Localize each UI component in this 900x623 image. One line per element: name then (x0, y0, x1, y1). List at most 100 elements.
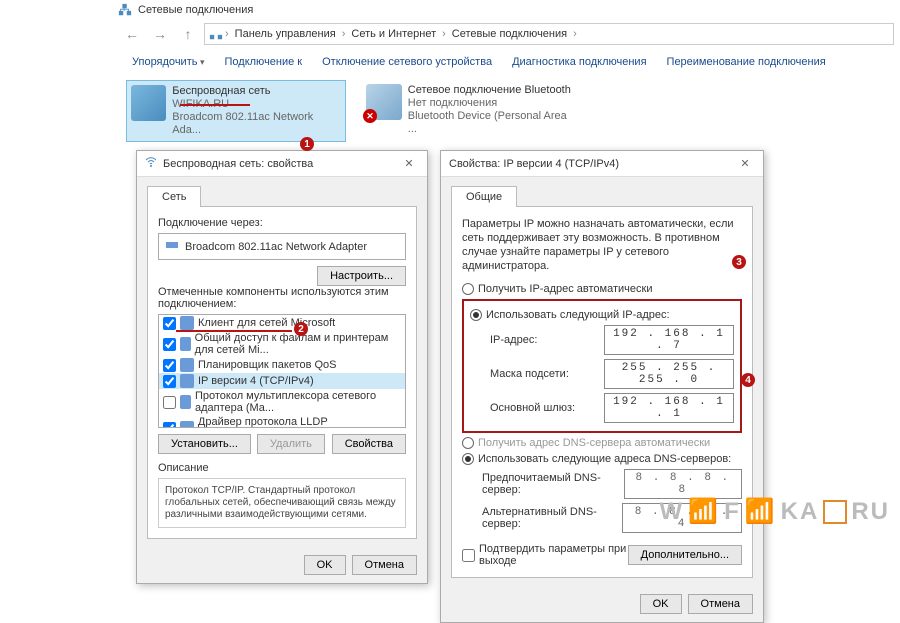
radio-manual-dns[interactable]: Использовать следующие адреса DNS-сервер… (462, 453, 742, 465)
close-button[interactable]: ✕ (735, 154, 755, 174)
component-label: IP версии 4 (TCP/IPv4) (198, 375, 314, 387)
chevron-right-icon: › (573, 28, 577, 40)
back-button[interactable]: ← (120, 22, 144, 46)
component-icon (180, 395, 191, 409)
breadcrumb-item[interactable]: Панель управления (231, 28, 340, 40)
dns1-input[interactable]: 8 . 8 . 8 . 8 (624, 469, 742, 499)
list-item[interactable]: Драйвер протокола LLDP (Майкрософт) (159, 415, 405, 428)
watermark-text: W (660, 498, 685, 526)
list-item[interactable]: Клиент для сетей Microsoft (159, 315, 405, 331)
component-icon (180, 337, 191, 351)
diagnose-button[interactable]: Диагностика подключения (506, 54, 652, 70)
dns1-label: Предпочитаемый DNS-сервер: (482, 472, 624, 496)
radio-icon (462, 453, 474, 465)
dialog-titlebar[interactable]: Беспроводная сеть: свойства ✕ (137, 151, 427, 177)
adapter-field: Broadcom 802.11ac Network Adapter (158, 233, 406, 260)
radio-icon (462, 437, 474, 449)
connection-text: Беспроводная сеть WIFIKA.RU Broadcom 802… (172, 85, 341, 137)
manual-ip-group: Использовать следующий IP-адрес: IP-адре… (462, 299, 742, 433)
chevron-right-icon: › (342, 28, 346, 40)
cancel-button[interactable]: Отмена (688, 594, 753, 614)
install-button[interactable]: Установить... (158, 434, 251, 454)
ok-button[interactable]: OK (304, 555, 346, 575)
connection-status: Нет подключения (408, 97, 578, 110)
component-label: Драйвер протокола LLDP (Майкрософт) (198, 416, 401, 428)
disable-device-button[interactable]: Отключение сетевого устройства (316, 54, 498, 70)
checkbox[interactable] (163, 422, 176, 429)
disconnected-icon: ✕ (363, 109, 377, 123)
addressbar: ← → ↑ › Панель управления › Сеть и Интер… (114, 20, 900, 48)
component-icon (180, 421, 194, 428)
radio-label: Получить адрес DNS-сервера автоматически (478, 437, 710, 449)
ip-address-label: IP-адрес: (490, 334, 537, 346)
configure-button[interactable]: Настроить... (317, 266, 406, 286)
checkbox-label: Подтвердить параметры при выходе (479, 543, 628, 567)
component-label: Планировщик пакетов QoS (198, 359, 337, 371)
wifi-icon: 📶 (688, 497, 720, 526)
close-button[interactable]: ✕ (399, 154, 419, 174)
gateway-input[interactable]: 192 . 168 . 1 . 1 (604, 393, 734, 423)
radio-auto-ip[interactable]: Получить IP-адрес автоматически (462, 283, 742, 295)
ipv4-properties-dialog: Свойства: IP версии 4 (TCP/IPv4) ✕ Общие… (440, 150, 764, 623)
network-icon (209, 27, 223, 41)
network-icon (118, 3, 132, 17)
ip-address-input[interactable]: 192 . 168 . 1 . 7 (604, 325, 734, 355)
chevron-right-icon: › (442, 28, 446, 40)
component-icon (180, 374, 194, 388)
checkbox[interactable] (163, 317, 176, 330)
connect-via-label: Подключение через: (158, 217, 406, 229)
dialog-title: Свойства: IP версии 4 (TCP/IPv4) (449, 158, 619, 170)
component-icon (180, 316, 194, 330)
breadcrumb-item[interactable]: Сеть и Интернет (347, 28, 440, 40)
connection-name: Беспроводная сеть (172, 85, 341, 98)
radio-manual-ip[interactable]: Использовать следующий IP-адрес: (470, 309, 734, 321)
advanced-button[interactable]: Дополнительно... (628, 545, 742, 565)
connection-list: Беспроводная сеть WIFIKA.RU Broadcom 802… (114, 76, 900, 146)
connection-text: Сетевое подключение Bluetooth Нет подклю… (408, 84, 578, 138)
connection-item-bluetooth[interactable]: ✕ Сетевое подключение Bluetooth Нет подк… (362, 80, 582, 142)
ok-button[interactable]: OK (640, 594, 682, 614)
titlebar: Сетевые подключения (114, 0, 900, 20)
subnet-mask-label: Маска подсети: (490, 368, 569, 380)
description-label: Описание (158, 462, 406, 474)
dialog-titlebar[interactable]: Свойства: IP версии 4 (TCP/IPv4) ✕ (441, 151, 763, 177)
confirm-on-exit-checkbox[interactable]: Подтвердить параметры при выходе (462, 543, 628, 567)
forward-button[interactable]: → (148, 22, 172, 46)
watermark-text: F (724, 498, 741, 526)
adapter-icon (165, 238, 179, 255)
components-label: Отмеченные компоненты используются этим … (158, 286, 406, 310)
organize-menu[interactable]: Упорядочить (126, 54, 211, 70)
tab-general[interactable]: Общие (451, 186, 517, 207)
chevron-right-icon: › (225, 28, 229, 40)
toolbar: Упорядочить Подключение к Отключение сет… (114, 48, 900, 76)
properties-button[interactable]: Свойства (332, 434, 406, 454)
list-item[interactable]: Планировщик пакетов QoS (159, 357, 405, 373)
checkbox[interactable] (163, 338, 176, 351)
radio-auto-dns: Получить адрес DNS-сервера автоматически (462, 437, 742, 449)
annotation-underline (176, 330, 292, 332)
radio-icon (470, 309, 482, 321)
breadcrumb-item[interactable]: Сетевые подключения (448, 28, 571, 40)
list-item[interactable]: Протокол мультиплексора сетевого адаптер… (159, 389, 405, 415)
component-icon (180, 358, 194, 372)
radio-label: Использовать следующий IP-адрес: (486, 309, 670, 321)
subnet-mask-input[interactable]: 255 . 255 . 255 . 0 (604, 359, 734, 389)
annotation-1-badge: 1 (300, 137, 314, 151)
up-button[interactable]: ↑ (176, 22, 200, 46)
uninstall-button[interactable]: Удалить (257, 434, 325, 454)
tab-network[interactable]: Сеть (147, 186, 201, 207)
radio-label: Использовать следующие адреса DNS-сервер… (478, 453, 731, 465)
checkbox[interactable] (163, 359, 176, 372)
checkbox[interactable] (163, 375, 176, 388)
checkbox[interactable] (462, 549, 475, 562)
checkbox[interactable] (163, 396, 176, 409)
rename-button[interactable]: Переименование подключения (661, 54, 832, 70)
description-text: Протокол TCP/IP. Стандартный протокол гл… (158, 478, 406, 528)
list-item-ipv4[interactable]: IP версии 4 (TCP/IPv4) (159, 373, 405, 389)
cancel-button[interactable]: Отмена (352, 555, 417, 575)
connect-to-button[interactable]: Подключение к (219, 54, 309, 70)
breadcrumb[interactable]: › Панель управления › Сеть и Интернет › … (204, 23, 894, 45)
connection-item-wireless[interactable]: Беспроводная сеть WIFIKA.RU Broadcom 802… (126, 80, 346, 142)
list-item[interactable]: Общий доступ к файлам и принтерам для се… (159, 331, 405, 357)
bluetooth-icon: ✕ (366, 84, 402, 120)
